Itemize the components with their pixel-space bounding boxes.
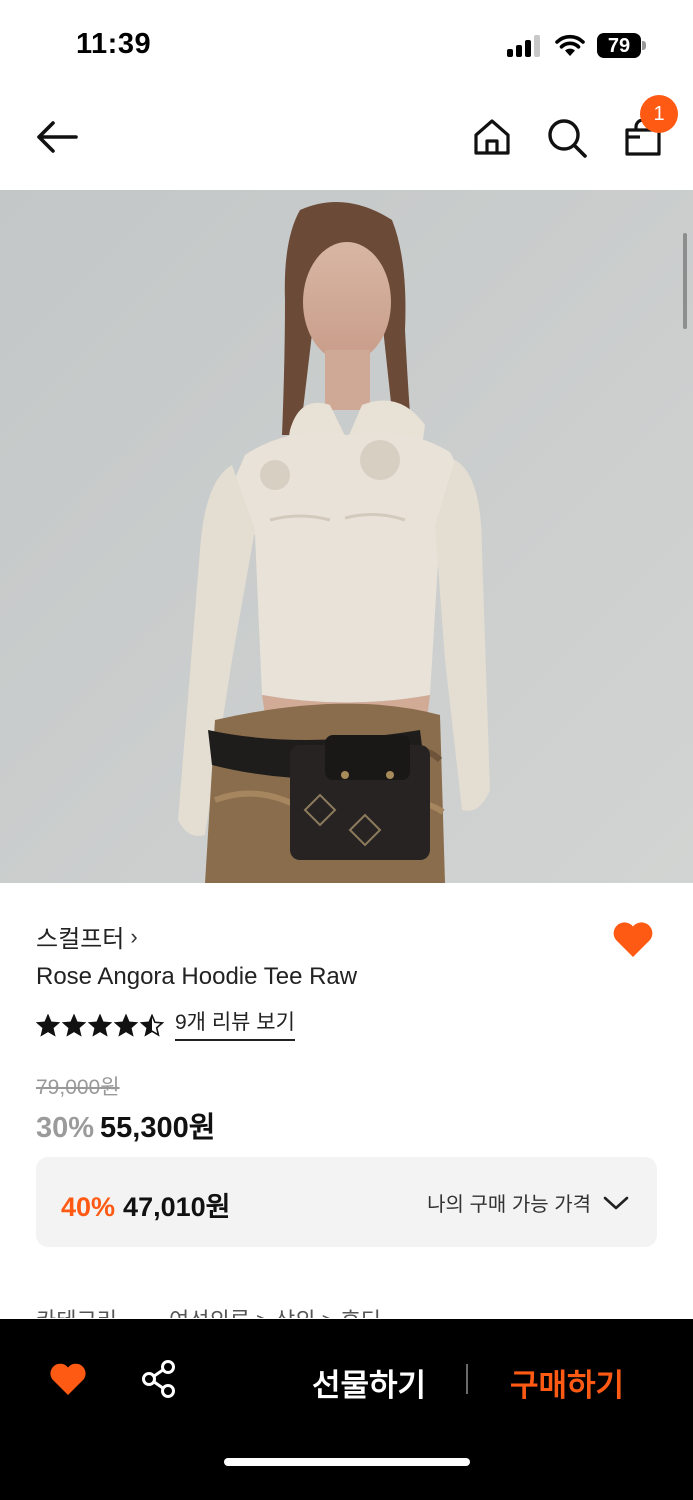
my-price-label: 나의 구매 가능 가격 [427, 1194, 591, 1216]
product-image[interactable] [0, 190, 693, 883]
divider [466, 1364, 468, 1394]
chevron-right-icon: › [130, 923, 138, 949]
star-icon [62, 1014, 86, 1037]
back-arrow-icon[interactable] [34, 119, 80, 155]
battery-icon: 79 [597, 33, 647, 58]
signal-icon [507, 35, 543, 57]
original-price: 79,000원 [36, 1076, 120, 1099]
my-price-toggle[interactable]: 나의 구매 가능 가격 [427, 1188, 629, 1217]
my-discount-percent: 40% [61, 1192, 116, 1222]
top-nav [0, 92, 693, 190]
brand-link[interactable]: 스컬프터 › [36, 919, 138, 954]
heart-icon[interactable] [611, 919, 655, 959]
heart-icon[interactable] [48, 1361, 88, 1397]
share-icon[interactable] [140, 1359, 178, 1399]
image-scroll-indicator [683, 233, 687, 329]
star-icon [140, 1014, 164, 1037]
chevron-down-icon [603, 1196, 629, 1209]
status-time: 11:39 [76, 28, 152, 60]
star-icon [88, 1014, 112, 1037]
category-path[interactable]: 여성의류 > 상의 > 후디 [169, 1304, 381, 1318]
sale-price-row: 30% 55,300원 [36, 1104, 215, 1146]
product-photo [0, 190, 693, 883]
home-indicator [224, 1458, 470, 1466]
home-icon[interactable] [472, 118, 512, 156]
cart-count-badge: 1 [640, 95, 678, 133]
rating-row: 9개 리뷰 보기 [36, 1010, 295, 1042]
gift-button[interactable]: 선물하기 [312, 1360, 426, 1405]
discount-percent: 30% [36, 1112, 95, 1144]
my-price-values: 40% 47,010원 [61, 1185, 230, 1224]
star-icon [36, 1014, 60, 1037]
wifi-icon [555, 34, 585, 56]
status-bar: 11:39 79 [0, 0, 693, 92]
bottom-action-bar: 선물하기 구매하기 [0, 1319, 693, 1500]
my-price: 47,010원 [123, 1192, 231, 1222]
battery-level: 79 [607, 35, 631, 57]
product-title: Rose Angora Hoodie Tee Raw [36, 963, 358, 990]
buy-button[interactable]: 구매하기 [510, 1360, 624, 1405]
review-link[interactable]: 9개 리뷰 보기 [175, 1011, 295, 1041]
my-price-dropdown[interactable]: 40% 47,010원 나의 구매 가능 가격 [36, 1157, 657, 1247]
sale-price: 55,300원 [100, 1112, 216, 1144]
star-rating [36, 1014, 164, 1038]
category-row: 카테고리 여성의류 > 상의 > 후디 [36, 1304, 381, 1318]
category-label: 카테고리 [36, 1304, 117, 1318]
star-icon [114, 1014, 138, 1037]
search-icon[interactable] [546, 117, 588, 159]
brand-name: 스컬프터 [36, 926, 125, 953]
